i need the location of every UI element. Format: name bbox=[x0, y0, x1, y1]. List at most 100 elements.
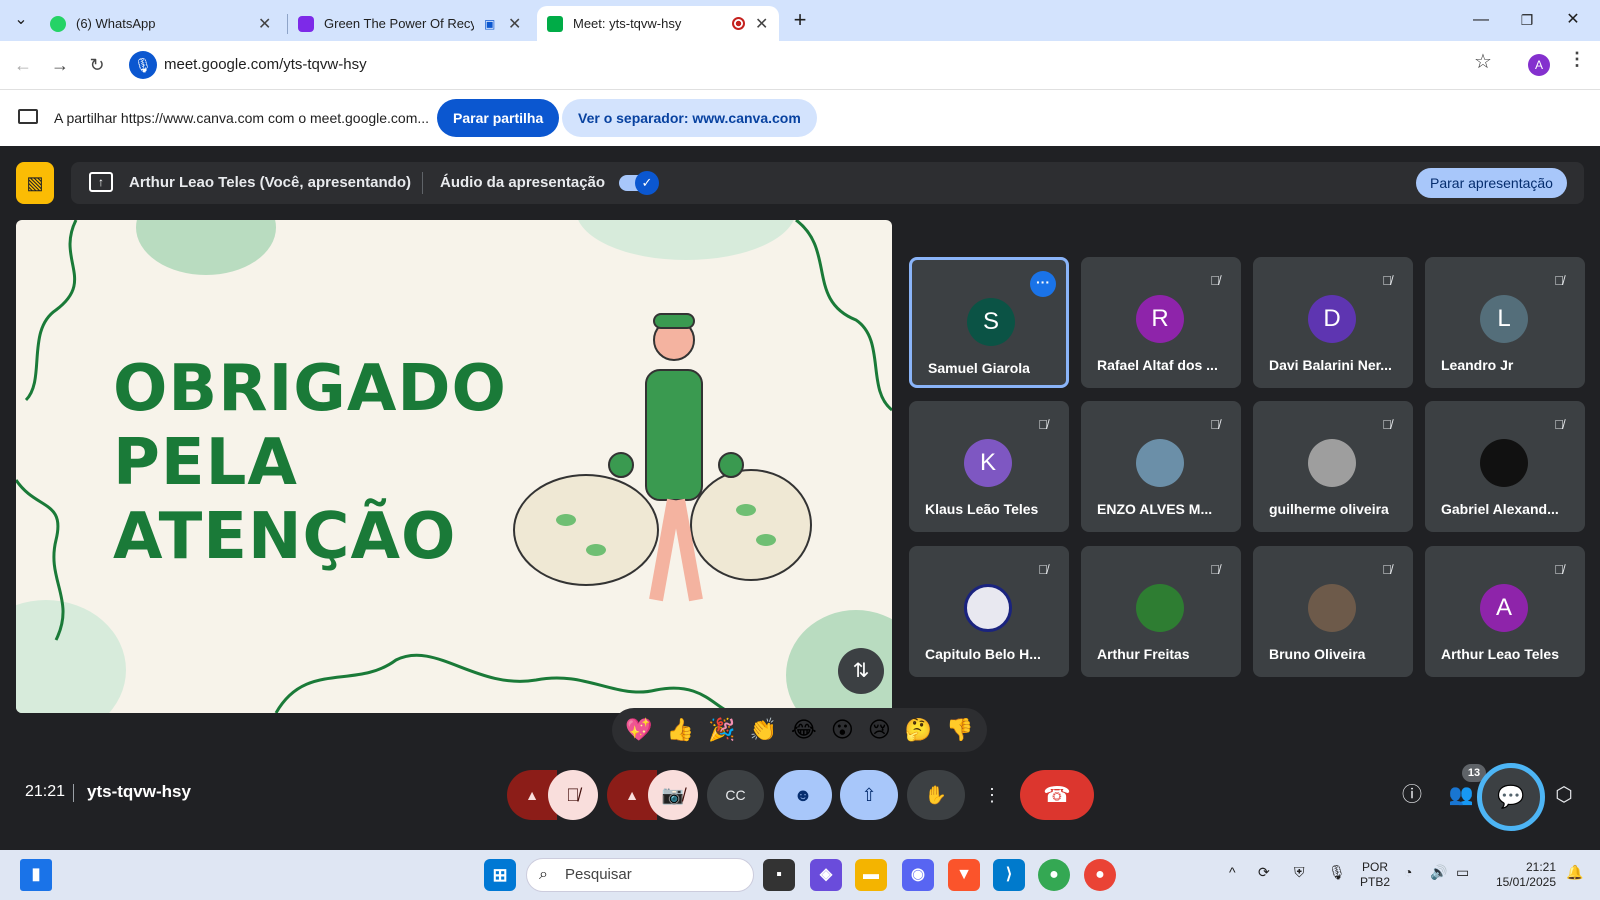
wifi-icon[interactable]: ◔ bbox=[1404, 864, 1412, 880]
share-message: A partilhar https://www.canva.com com o … bbox=[54, 110, 430, 126]
participant-tile[interactable]: 🎙̸ Arthur Freitas bbox=[1081, 546, 1241, 677]
taskbar-search[interactable]: ⌕ Pesquisar bbox=[526, 858, 754, 892]
notifications-bell-icon[interactable]: 🔔 bbox=[1566, 864, 1583, 881]
windows-start-icon[interactable]: ⊞ bbox=[484, 859, 516, 891]
audio-label: Áudio da apresentação bbox=[440, 174, 606, 191]
tab-list-chevron-icon[interactable]: ⌄ bbox=[6, 4, 36, 36]
leave-call-button[interactable]: ☎ bbox=[1020, 770, 1094, 820]
browser-toolbar: ← → ↻ 🎙 meet.google.com/yts-tqvw-hsy ☆ A… bbox=[0, 41, 1600, 89]
file-explorer-icon[interactable]: ▬ bbox=[855, 859, 887, 891]
raise-hand-button[interactable]: ✋ bbox=[907, 770, 965, 820]
close-window-icon[interactable]: ✕ bbox=[1558, 4, 1588, 36]
restore-icon[interactable]: ❐ bbox=[1512, 4, 1542, 36]
participant-tile[interactable]: D 🎙̸ Davi Balarini Ner... bbox=[1253, 257, 1413, 388]
microphone-icon[interactable]: 🎙 bbox=[129, 51, 157, 79]
vscode-icon[interactable]: ⟩ bbox=[993, 859, 1025, 891]
participant-tile[interactable]: A 🎙̸ Arthur Leao Teles bbox=[1425, 546, 1585, 677]
volume-icon[interactable]: 🔊 bbox=[1430, 864, 1447, 881]
tab-meet[interactable]: Meet: yts-tqvw-hsy ✕ bbox=[537, 6, 779, 41]
url-text[interactable]: meet.google.com/yts-tqvw-hsy bbox=[164, 56, 367, 73]
participant-tile[interactable]: L 🎙̸ Leandro Jr bbox=[1425, 257, 1585, 388]
mic-off-icon: 🎙̸ bbox=[1210, 562, 1220, 577]
chat-icon[interactable]: 💬 bbox=[1477, 763, 1545, 831]
mic-off-icon: 🎙̸ bbox=[1382, 562, 1392, 577]
task-view-icon[interactable]: ▪ bbox=[763, 859, 795, 891]
reaction-sad[interactable]: 😢 bbox=[868, 718, 891, 743]
profile-avatar[interactable]: A bbox=[1528, 54, 1550, 76]
participant-tile[interactable]: R 🎙̸ Rafael Altaf dos ... bbox=[1081, 257, 1241, 388]
copilot-icon[interactable]: ◈ bbox=[810, 859, 842, 891]
screen-share-icon bbox=[18, 109, 38, 124]
reload-icon[interactable]: ↻ bbox=[81, 49, 113, 81]
chrome-icon[interactable]: ● bbox=[1038, 859, 1070, 891]
discord-icon[interactable]: ◉ bbox=[902, 859, 934, 891]
slide-heading-line: ATENÇÃO bbox=[113, 500, 457, 574]
microphone-tray-icon[interactable]: 🎙 bbox=[1328, 864, 1346, 881]
stop-presenting-button[interactable]: Parar apresentação bbox=[1416, 168, 1567, 198]
tab-whatsapp[interactable]: (6) WhatsApp ✕ bbox=[50, 6, 271, 41]
participant-tile[interactable]: 🎙̸ guilherme oliveira bbox=[1253, 401, 1413, 532]
taskbar-clock[interactable]: 21:21 15/01/2025 bbox=[1486, 860, 1556, 890]
minimize-icon[interactable]: — bbox=[1466, 4, 1496, 36]
meeting-info-icon[interactable]: ⓘ bbox=[1396, 779, 1428, 811]
participant-name: Arthur Leao Teles bbox=[1441, 646, 1559, 662]
close-tab-icon[interactable]: ✕ bbox=[258, 14, 271, 34]
avatar: A bbox=[1480, 584, 1528, 632]
participant-name: Samuel Giarola bbox=[928, 360, 1030, 376]
security-icon[interactable]: ⛨ bbox=[1294, 864, 1305, 881]
search-placeholder: Pesquisar bbox=[565, 866, 632, 883]
browser-menu-icon[interactable]: ⋮ bbox=[1568, 49, 1586, 70]
emoji-reactions-button[interactable]: ☻ bbox=[774, 770, 832, 820]
participant-tile[interactable]: S ··· Samuel Giarola bbox=[909, 257, 1069, 388]
mic-off-icon: 🎙̸ bbox=[1554, 273, 1564, 288]
divider bbox=[422, 172, 423, 194]
camera-off-button[interactable]: 📷̸ bbox=[648, 770, 698, 820]
keyboard-language[interactable]: POR PTB2 bbox=[1355, 860, 1395, 890]
reaction-clap[interactable]: 👏 bbox=[750, 718, 777, 743]
participant-tile[interactable]: 🎙̸ Capitulo Belo H... bbox=[909, 546, 1069, 677]
more-options-icon[interactable]: ⋮ bbox=[974, 770, 1010, 820]
forward-icon[interactable]: → bbox=[44, 49, 76, 81]
reaction-heart[interactable]: 💖 bbox=[625, 718, 652, 743]
battery-icon[interactable]: ▭ bbox=[1456, 864, 1469, 881]
close-tab-icon[interactable]: ✕ bbox=[755, 14, 768, 34]
tab-canva[interactable]: Green The Power Of Recycl ▣ ✕ bbox=[298, 6, 521, 41]
widgets-icon[interactable]: ▮ bbox=[20, 859, 52, 891]
reaction-party[interactable]: 🎉 bbox=[708, 718, 735, 743]
reaction-thumbs-up[interactable]: 👍 bbox=[667, 718, 694, 743]
view-tab-button[interactable]: Ver o separador: www.canva.com bbox=[562, 99, 817, 137]
sync-icon[interactable]: ⟳ bbox=[1258, 864, 1270, 881]
participant-tile[interactable]: K 🎙̸ Klaus Leão Teles bbox=[909, 401, 1069, 532]
chrome-profile-icon[interactable]: ● bbox=[1084, 859, 1116, 891]
tray-chevron-icon[interactable]: ^ bbox=[1229, 864, 1236, 880]
brave-icon[interactable]: ▼ bbox=[948, 859, 980, 891]
swap-layout-button[interactable]: ⇅ bbox=[838, 648, 884, 694]
close-tab-icon[interactable]: ✕ bbox=[508, 14, 521, 34]
tab-separator bbox=[287, 14, 288, 34]
avatar-photo bbox=[964, 584, 1012, 632]
people-icon[interactable]: 👥 bbox=[1445, 779, 1477, 811]
captions-button[interactable]: CC bbox=[707, 770, 764, 820]
reactions-bar: 💖 👍 🎉 👏 😂 😮 😢 🤔 👎 bbox=[612, 708, 987, 752]
more-options-icon[interactable]: ··· bbox=[1030, 271, 1056, 297]
participant-tile[interactable]: 🎙̸ Gabriel Alexand... bbox=[1425, 401, 1585, 532]
participant-name: Gabriel Alexand... bbox=[1441, 501, 1559, 517]
reaction-surprised[interactable]: 😮 bbox=[831, 718, 854, 743]
address-bar[interactable]: 🎙 meet.google.com/yts-tqvw-hsy bbox=[125, 47, 1510, 83]
reaction-thumbs-down[interactable]: 👎 bbox=[946, 718, 973, 743]
activities-icon[interactable]: ⬡ bbox=[1548, 779, 1580, 811]
mic-off-button[interactable]: 🎙̸ bbox=[548, 770, 598, 820]
stop-sharing-button[interactable]: Parar partilha bbox=[437, 99, 560, 137]
present-button[interactable]: ⇧ bbox=[840, 770, 898, 820]
new-tab-button[interactable]: + bbox=[785, 4, 815, 36]
back-icon[interactable]: ← bbox=[7, 49, 39, 81]
participant-tile[interactable]: 🎙̸ ENZO ALVES M... bbox=[1081, 401, 1241, 532]
audio-toggle[interactable]: ✓ bbox=[619, 171, 659, 195]
bookmark-star-icon[interactable]: ☆ bbox=[1474, 49, 1492, 74]
participant-tile[interactable]: 🎙̸ Bruno Oliveira bbox=[1253, 546, 1413, 677]
slide-heading-line: PELA bbox=[113, 426, 298, 500]
reaction-thinking[interactable]: 🤔 bbox=[905, 718, 932, 743]
avatar-photo bbox=[1480, 439, 1528, 487]
presenting-badge-icon: ▧ bbox=[16, 162, 54, 204]
reaction-laugh[interactable]: 😂 bbox=[791, 718, 817, 743]
